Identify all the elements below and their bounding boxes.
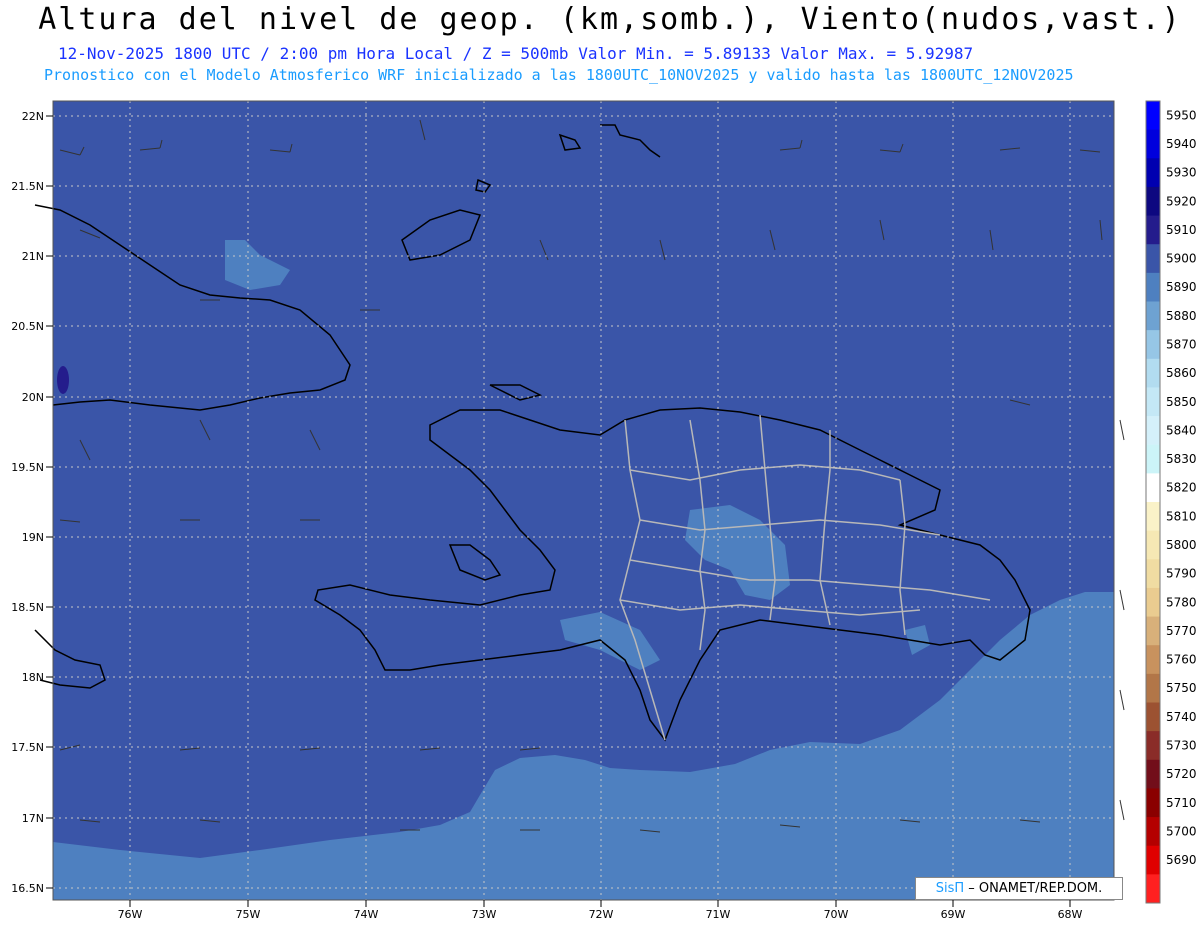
- colorbar-swatch: [1146, 702, 1160, 732]
- colorbar-swatch: [1146, 244, 1160, 274]
- colorbar-swatch: [1146, 387, 1160, 417]
- lon-label: 70W: [824, 908, 849, 921]
- colorbar-swatch: [1146, 530, 1160, 560]
- colorbar-label: 5780: [1166, 595, 1197, 609]
- colorbar-swatch: [1146, 272, 1160, 302]
- colorbar-label: 5720: [1166, 767, 1197, 781]
- sispi-logo: SisΠ: [935, 881, 965, 896]
- colorbar-swatch: [1146, 129, 1160, 159]
- colorbar-swatch: [1146, 301, 1160, 331]
- colorbar-label: 5930: [1166, 166, 1197, 180]
- colorbar-swatch: [1146, 502, 1160, 532]
- colorbar-swatch: [1146, 845, 1160, 875]
- lon-label: 76W: [118, 908, 143, 921]
- colorbar-swatch: [1146, 186, 1160, 217]
- colorbar-label: 5800: [1166, 538, 1197, 552]
- lon-label: 71W: [706, 908, 731, 921]
- colorbar-label: 5760: [1166, 653, 1197, 667]
- colorbar-label: 5750: [1166, 681, 1197, 695]
- colorbar-label: 5810: [1166, 509, 1197, 523]
- colorbar-label: 5700: [1166, 824, 1197, 838]
- colorbar-swatch: [1146, 645, 1160, 675]
- colorbar-swatch: [1146, 559, 1160, 589]
- colorbar-swatch: [1146, 330, 1160, 360]
- colorbar-swatch: [1146, 158, 1160, 188]
- colorbar-label: 5830: [1166, 452, 1197, 466]
- lat-label: 22N: [22, 110, 44, 123]
- colorbar-label: 5890: [1166, 280, 1197, 294]
- colorbar-swatch: [1146, 874, 1160, 904]
- lon-labels: 76W 75W 74W 73W 72W 71W 70W 69W 68W: [118, 908, 1083, 921]
- colorbar-swatch: [1146, 731, 1160, 761]
- dark-spot: [57, 366, 69, 394]
- lat-label: 20.5N: [11, 320, 44, 333]
- lat-label: 20N: [22, 391, 44, 404]
- colorbar-label: 5690: [1166, 853, 1197, 867]
- colorbar-swatch: [1146, 759, 1160, 789]
- colorbar-swatch: [1146, 444, 1160, 474]
- lat-label: 18.5N: [11, 601, 44, 614]
- lat-label: 17N: [22, 812, 44, 825]
- colorbar-swatch: [1146, 358, 1160, 388]
- colorbar-label: 5730: [1166, 738, 1197, 752]
- colorbar-swatch: [1146, 473, 1160, 503]
- colorbar-label: 5790: [1166, 567, 1197, 581]
- colorbar-swatch: [1146, 587, 1160, 618]
- colorbar-swatch: [1146, 416, 1160, 446]
- lon-label: 73W: [472, 908, 497, 921]
- colorbar-label: 5910: [1166, 223, 1197, 237]
- colorbar-label: 5920: [1166, 194, 1197, 208]
- lon-label: 75W: [236, 908, 261, 921]
- colorbar-label: 5880: [1166, 309, 1197, 323]
- lon-axis: [129, 900, 1071, 907]
- lon-label: 68W: [1058, 908, 1083, 921]
- lat-label: 19N: [22, 531, 44, 544]
- colorbar-swatch: [1146, 101, 1160, 131]
- lat-labels: 22N 21.5N 21N 20.5N 20N 19.5N 19N 18.5N …: [11, 110, 44, 895]
- colorbar-label: 5850: [1166, 395, 1197, 409]
- colorbar-swatch: [1146, 215, 1160, 245]
- credit-box: SisΠ – ONAMET/REP.DOM.: [915, 877, 1123, 900]
- colorbar-swatch: [1146, 788, 1160, 818]
- lat-label: 17.5N: [11, 741, 44, 754]
- colorbar-label: 5940: [1166, 137, 1197, 151]
- colorbar-label: 5840: [1166, 423, 1197, 437]
- colorbar-label: 5820: [1166, 481, 1197, 495]
- colorbar-label: 5860: [1166, 366, 1197, 380]
- map-canvas: 22N 21.5N 21N 20.5N 20N 19.5N 19N 18.5N …: [11, 100, 1197, 921]
- credit-text: – ONAMET/REP.DOM.: [968, 881, 1103, 896]
- colorbar-label: 5740: [1166, 710, 1197, 724]
- lon-label: 74W: [354, 908, 379, 921]
- colorbar-label: 5870: [1166, 337, 1197, 351]
- lon-label: 72W: [589, 908, 614, 921]
- lat-label: 18N: [22, 671, 44, 684]
- colorbar-swatch: [1146, 616, 1160, 646]
- colorbar-label: 5950: [1166, 108, 1197, 122]
- colorbar-swatch: [1146, 673, 1160, 703]
- colorbar: 5950 5940 5930 5920 5910 5900 5890 5880 5870 5860…: [1145, 100, 1197, 904]
- colorbar-label: 5900: [1166, 252, 1197, 266]
- lon-label: 69W: [941, 908, 966, 921]
- colorbar-label: 5770: [1166, 624, 1197, 638]
- colorbar-label: 5710: [1166, 796, 1197, 810]
- lat-label: 16.5N: [11, 882, 44, 895]
- lat-axis: [46, 115, 53, 889]
- colorbar-swatch: [1146, 817, 1160, 847]
- lat-label: 21.5N: [11, 180, 44, 193]
- lat-label: 21N: [22, 250, 44, 263]
- lat-label: 19.5N: [11, 461, 44, 474]
